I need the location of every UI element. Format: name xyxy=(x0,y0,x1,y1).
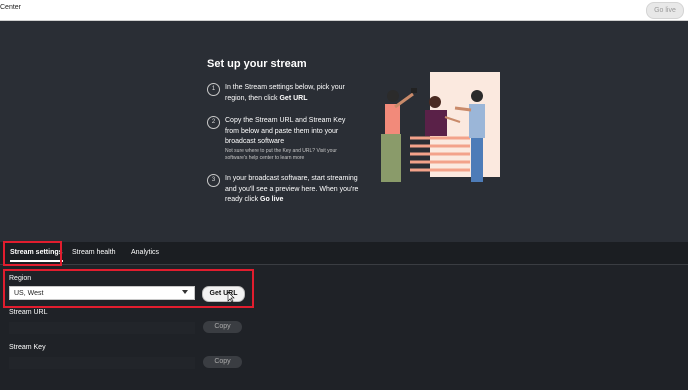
stream-url-field[interactable] xyxy=(9,322,195,334)
streaming-illustration-image xyxy=(381,72,500,182)
setup-heading: Set up your stream xyxy=(207,58,307,70)
copy-stream-url-button[interactable]: Copy xyxy=(203,321,242,333)
step-text: In your broadcast software, start stream… xyxy=(225,175,359,203)
top-bar: Center Go live xyxy=(0,0,688,21)
step-emphasis: Go live xyxy=(260,196,284,203)
go-live-button[interactable]: Go live xyxy=(646,2,684,19)
tabs-bar: Stream settings Stream health Analytics xyxy=(0,242,688,265)
step-text: Copy the Stream URL and Stream Key from … xyxy=(225,117,346,145)
window-title: Center xyxy=(0,4,22,11)
step-number: 2 xyxy=(207,116,220,129)
highlight-box-tab xyxy=(3,241,62,266)
highlight-box-region xyxy=(3,269,254,308)
step-number: 1 xyxy=(207,83,220,96)
copy-stream-key-button[interactable]: Copy xyxy=(203,356,242,368)
step-number: 3 xyxy=(207,174,220,187)
tab-analytics[interactable]: Analytics xyxy=(131,242,159,264)
stream-key-field[interactable] xyxy=(9,357,195,369)
step-note: Not sure where to put the Key and URL? V… xyxy=(225,147,337,161)
tab-stream-health[interactable]: Stream health xyxy=(72,242,116,264)
stream-key-label: Stream Key xyxy=(9,344,46,351)
step-emphasis: Get URL xyxy=(279,94,308,102)
stream-url-label: Stream URL xyxy=(9,309,48,316)
